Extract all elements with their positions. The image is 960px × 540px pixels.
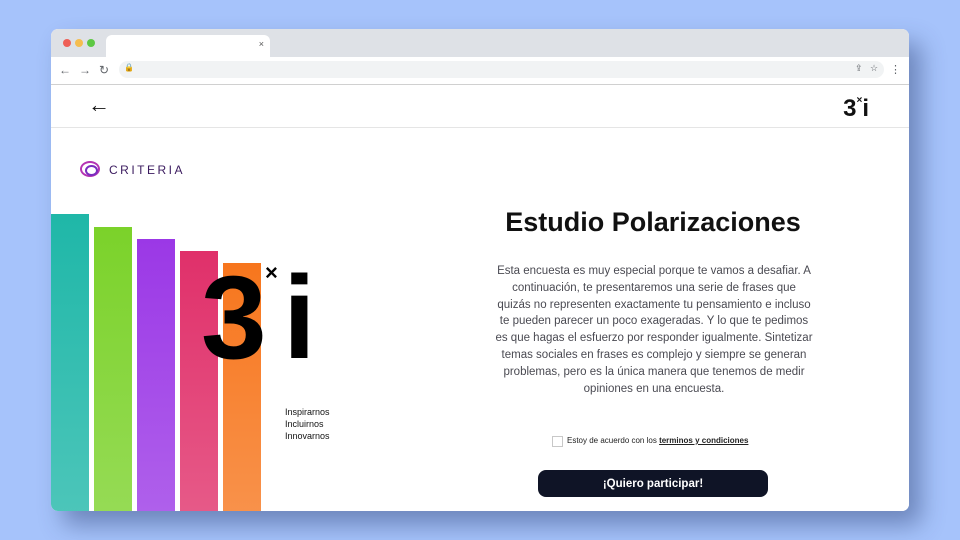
back-arrow-icon[interactable]: ← [88,92,110,118]
terms-agreement: Estoy de acuerdo con los terminos y cond… [552,435,748,447]
maximize-window-button[interactable] [87,39,95,47]
lock-icon: 🔒 [124,63,134,72]
browser-tab[interactable]: × [106,35,270,57]
site-header: ← 3×i [51,85,909,128]
close-icon[interactable]: × [259,39,264,49]
tab-strip: × [51,29,909,57]
teal-bar [51,214,89,511]
green-bar [94,227,132,511]
purple-bar [137,239,175,511]
page-content: ← 3×i CRITERIA 3 × i Inspirarnos Incluir… [51,85,909,511]
terms-checkbox[interactable] [552,435,563,447]
brand-tagline: Inspirarnos Incluirnos Innovarnos [285,407,330,441]
header-logo[interactable]: 3×i [843,92,869,122]
criteria-logo-icon [80,161,100,177]
criteria-logo-text: CRITERIA [109,163,186,177]
share-icon[interactable]: ⇪ [855,63,863,74]
page-title: Estudio Polarizaciones [505,207,801,237]
more-menu-icon[interactable]: ⋮ [890,63,901,76]
logo-mark: × [856,95,863,106]
terms-link[interactable]: terminos y condiciones [659,436,748,445]
survey-description: Esta encuesta es muy especial porque te … [495,265,813,395]
close-window-button[interactable] [63,39,71,47]
forward-icon[interactable]: → [79,63,91,77]
participate-button[interactable]: ¡Quiero participar! [538,470,768,497]
browser-window: × ← → ↻ 🔒 ⇪ ☆ ⋮ ← 3×i CRITERIA 3 × i Ins… [51,29,909,511]
star-icon[interactable]: ☆ [870,63,878,74]
address-bar[interactable]: 🔒 ⇪ ☆ [119,61,884,78]
minimize-window-button[interactable] [75,39,83,47]
reload-icon[interactable]: ↻ [99,63,109,77]
back-icon[interactable]: ← [59,63,71,77]
browser-toolbar: ← → ↻ 🔒 ⇪ ☆ ⋮ [51,57,909,85]
